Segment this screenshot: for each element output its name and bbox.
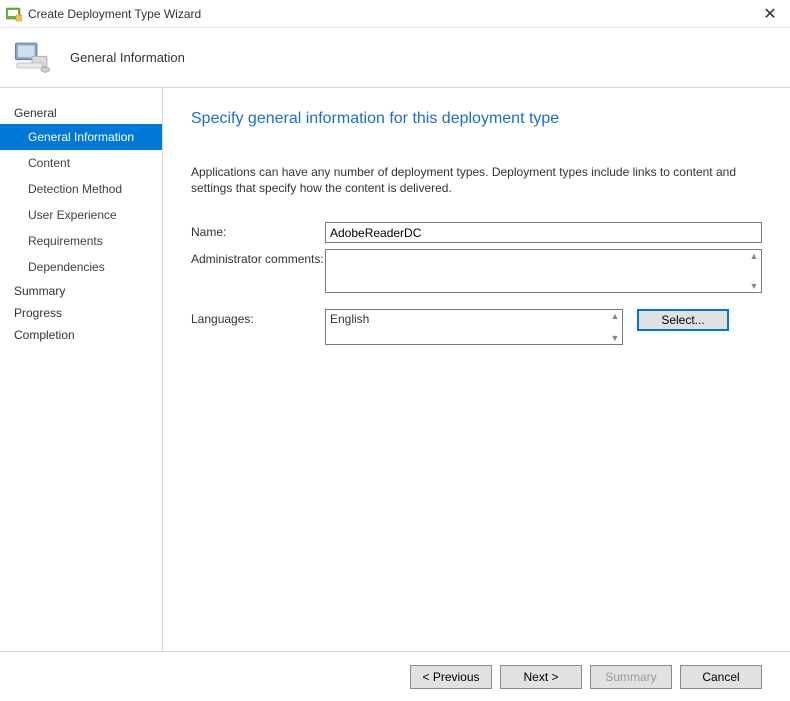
sidebar-group-progress[interactable]: Progress (0, 302, 162, 324)
scroll-up-icon[interactable]: ▲ (608, 310, 622, 322)
footer: < Previous Next > Summary Cancel (0, 651, 790, 701)
step-title: General Information (70, 50, 185, 65)
next-button[interactable]: Next > (500, 665, 582, 689)
cancel-button[interactable]: Cancel (680, 665, 762, 689)
header-band: General Information (0, 28, 790, 88)
sidebar-item-general-information[interactable]: General Information (0, 124, 162, 150)
sidebar: General General Information Content Dete… (0, 88, 163, 651)
wizard-app-icon (6, 6, 22, 22)
scroll-up-icon[interactable]: ▲ (747, 250, 761, 262)
sidebar-item-content[interactable]: Content (0, 150, 162, 176)
page-description: Applications can have any number of depl… (191, 164, 762, 196)
select-languages-button[interactable]: Select... (637, 309, 729, 331)
sidebar-item-user-experience[interactable]: User Experience (0, 202, 162, 228)
sidebar-group-completion[interactable]: Completion (0, 324, 162, 346)
sidebar-item-detection-method[interactable]: Detection Method (0, 176, 162, 202)
close-icon[interactable]: ✕ (756, 4, 784, 24)
languages-scrollbar[interactable]: ▲ ▼ (608, 310, 622, 344)
summary-button: Summary (590, 665, 672, 689)
comments-scrollbar[interactable]: ▲ ▼ (747, 250, 761, 292)
content-area: Specify general information for this dep… (163, 88, 790, 651)
computer-icon (12, 38, 52, 78)
titlebar: Create Deployment Type Wizard ✕ (0, 0, 790, 28)
sidebar-item-dependencies[interactable]: Dependencies (0, 254, 162, 280)
previous-button[interactable]: < Previous (410, 665, 492, 689)
sidebar-group-summary[interactable]: Summary (0, 280, 162, 302)
sidebar-group-general[interactable]: General (0, 102, 162, 124)
page-heading: Specify general information for this dep… (191, 110, 762, 128)
comments-input[interactable] (326, 250, 747, 292)
name-label: Name: (191, 222, 325, 239)
scroll-down-icon[interactable]: ▼ (747, 280, 761, 292)
name-input[interactable] (325, 222, 762, 243)
languages-list[interactable]: English ▲ ▼ (325, 309, 623, 345)
comments-label: Administrator comments: (191, 249, 325, 266)
scroll-down-icon[interactable]: ▼ (608, 332, 622, 344)
sidebar-item-requirements[interactable]: Requirements (0, 228, 162, 254)
window-title: Create Deployment Type Wizard (28, 7, 756, 21)
languages-label: Languages: (191, 309, 325, 326)
languages-value: English (330, 312, 369, 326)
